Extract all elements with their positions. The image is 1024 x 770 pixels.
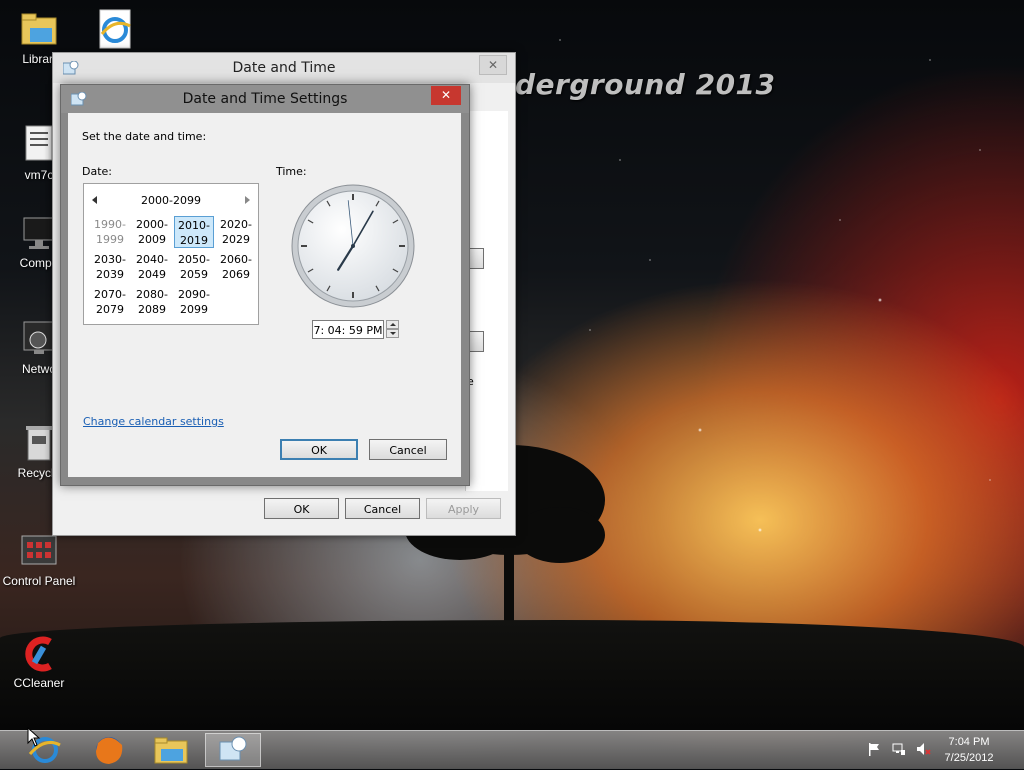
dialog-title: Date and Time Settings xyxy=(182,91,348,107)
decade-cell-start: 2060- xyxy=(220,253,252,266)
decade-cell-end: 2059 xyxy=(180,268,208,281)
decade-cell[interactable]: 2060- 2069 xyxy=(216,251,256,283)
decade-cell-start: 2090- xyxy=(178,288,210,301)
wallpaper-text: derground 2013 xyxy=(515,68,776,101)
window-title: Date and Time xyxy=(232,60,336,76)
calendar: 2000-2099 1990- 1999 2000- 2009 2010- 2019 202… xyxy=(83,183,259,325)
time-spinner[interactable] xyxy=(386,320,399,339)
decade-cell-start: 2080- xyxy=(136,288,168,301)
ccleaner-icon xyxy=(18,632,60,674)
decade-cell-start: 2050- xyxy=(178,253,210,266)
ok-button[interactable]: OK xyxy=(264,498,339,519)
firefox-icon xyxy=(96,737,123,764)
decade-cell[interactable]: 2010- 2019 xyxy=(174,216,214,248)
decade-cell-end: 2069 xyxy=(222,268,250,281)
window-titlebar[interactable]: Date and Time ✕ xyxy=(53,53,515,83)
decade-cell[interactable]: 2050- 2059 xyxy=(174,251,214,283)
desktop-icon-ccleaner[interactable]: CCleaner xyxy=(0,632,78,690)
tab-panel xyxy=(465,111,508,491)
decade-cell-end: 2029 xyxy=(222,233,250,246)
cancel-button[interactable]: Cancel xyxy=(369,439,447,460)
taskbar-file-explorer[interactable] xyxy=(146,733,196,767)
libraries-icon xyxy=(18,8,60,50)
decade-cell-end: 2019 xyxy=(180,234,208,247)
decade-cell-start: 2000- xyxy=(136,218,168,231)
analog-clock xyxy=(291,184,415,308)
dialog-client-area: Set the date and time: Date: Time: 2000-… xyxy=(68,113,461,477)
taskbar-clock[interactable]: 7:04 PM 7/25/2012 xyxy=(936,734,1002,766)
volume-muted-icon[interactable] xyxy=(915,741,931,757)
ok-button[interactable]: OK xyxy=(280,439,358,460)
calendar-header[interactable]: 2000-2099 xyxy=(84,194,258,207)
taskbar-date: 7/25/2012 xyxy=(944,752,994,764)
decade-cell-end: 2049 xyxy=(138,268,166,281)
date-time-icon xyxy=(219,736,247,761)
decade-cell[interactable]: 2000- 2009 xyxy=(132,216,172,248)
decade-cell[interactable]: 1990- 1999 xyxy=(90,216,130,248)
date-label: Date: xyxy=(82,165,112,178)
decade-cell-start: 2010- xyxy=(178,219,210,232)
decade-cell[interactable]: 2030- 2039 xyxy=(90,251,130,283)
decade-cell-end: 1999 xyxy=(96,233,124,246)
close-icon: ✕ xyxy=(487,58,499,72)
time-label: Time: xyxy=(276,165,307,178)
control-panel-icon xyxy=(18,530,60,572)
decade-cell-start: 2070- xyxy=(94,288,126,301)
calendar-next-arrow-icon[interactable] xyxy=(245,196,250,204)
taskbar: 7:04 PM 7/25/2012 xyxy=(0,730,1024,769)
decade-cell[interactable]: 2070- 2079 xyxy=(90,286,130,318)
internet-explorer-icon xyxy=(94,8,136,50)
decade-cell-start: 2030- xyxy=(94,253,126,266)
action-center-flag-icon[interactable] xyxy=(866,741,882,757)
decade-cell[interactable]: 2080- 2089 xyxy=(132,286,172,318)
close-icon: ✕ xyxy=(440,88,452,102)
decade-cell-end: 2089 xyxy=(138,303,166,316)
close-button[interactable]: ✕ xyxy=(479,55,507,75)
decade-cell-end: 2039 xyxy=(96,268,124,281)
decade-cell-start: 1990- xyxy=(94,218,126,231)
decade-cell[interactable]: 2090- 2099 xyxy=(174,286,214,318)
decade-cell[interactable]: 2040- 2049 xyxy=(132,251,172,283)
desktop-icon-control-panel[interactable]: Control Panel xyxy=(0,530,78,588)
apply-button[interactable]: Apply xyxy=(426,498,501,519)
spin-down-icon[interactable] xyxy=(386,329,399,338)
taskbar-firefox[interactable] xyxy=(84,733,134,767)
spin-up-icon[interactable] xyxy=(386,320,399,329)
close-button[interactable]: ✕ xyxy=(431,86,461,105)
desktop-icon-internet-explorer[interactable] xyxy=(76,8,154,52)
network-status-icon[interactable] xyxy=(891,741,907,757)
decade-cell-end: 2099 xyxy=(180,303,208,316)
decade-cell[interactable]: 2020- 2029 xyxy=(216,216,256,248)
decade-cell-end: 2009 xyxy=(138,233,166,246)
date-time-settings-dialog: Date and Time Settings ✕ Set the date an… xyxy=(60,84,470,486)
wallpaper-ground xyxy=(0,620,1024,730)
file-explorer-icon xyxy=(154,737,188,764)
mouse-cursor-icon xyxy=(27,727,41,747)
decade-cell-start: 2020- xyxy=(220,218,252,231)
dialog-titlebar[interactable]: Date and Time Settings ✕ xyxy=(61,85,469,113)
change-calendar-settings-link[interactable]: Change calendar settings xyxy=(83,415,224,428)
taskbar-date-time[interactable] xyxy=(205,733,261,767)
decade-cell-start: 2040- xyxy=(136,253,168,266)
cancel-button[interactable]: Cancel xyxy=(345,498,420,519)
desktop-icon-label: Control Panel xyxy=(2,574,76,588)
desktop-icon-label: CCleaner xyxy=(13,676,65,690)
instruction-text: Set the date and time: xyxy=(82,130,207,143)
taskbar-time: 7:04 PM xyxy=(948,736,990,748)
time-input[interactable]: 7: 04: 59 PM xyxy=(312,320,384,339)
decade-cell-end: 2079 xyxy=(96,303,124,316)
